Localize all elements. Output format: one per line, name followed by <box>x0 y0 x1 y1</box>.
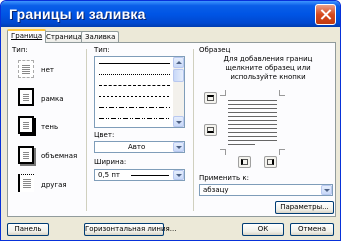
setting-custom-icon[interactable] <box>18 174 34 192</box>
bottom-border-button[interactable] <box>204 124 217 136</box>
setting-3d-icon[interactable] <box>18 146 34 164</box>
cancel-button[interactable]: Отмена <box>290 223 334 236</box>
right-border-button[interactable] <box>264 156 277 168</box>
top-border-button[interactable] <box>204 92 217 104</box>
ok-button[interactable]: ОК <box>242 223 284 236</box>
title-bar[interactable]: Границы и заливка <box>1 1 340 27</box>
borders-tab-panel: Тип: нет рамка тень объемная другая Тип: <box>7 42 336 217</box>
scroll-up-button[interactable] <box>173 57 184 68</box>
color-label: Цвет: <box>94 131 115 139</box>
setting-shadow-label[interactable]: тень <box>41 123 58 131</box>
setting-none-icon[interactable] <box>18 60 34 78</box>
preview-diagram[interactable] <box>220 90 285 155</box>
horizontal-line-button[interactable]: Горизонтальная линия... <box>84 223 176 236</box>
color-dropdown[interactable]: Авто <box>94 141 185 153</box>
setting-label: Тип: <box>12 46 28 54</box>
style-label: Тип: <box>94 46 110 54</box>
scroll-thumb[interactable] <box>173 69 184 82</box>
separator <box>193 49 194 211</box>
chevron-down-icon[interactable] <box>173 142 184 152</box>
options-button[interactable]: Параметры... <box>275 201 334 214</box>
line-style-dash-dot[interactable] <box>99 107 170 108</box>
apply-to-label: Применить к: <box>199 174 249 182</box>
color-value: Авто <box>128 143 146 151</box>
line-style-dotted[interactable] <box>99 74 170 75</box>
preview-hint: Для добавления границ щелкните образец и… <box>223 55 313 81</box>
width-dropdown[interactable]: 0,5 пт <box>94 169 185 181</box>
scroll-down-button[interactable] <box>173 116 184 127</box>
left-border-button[interactable] <box>238 156 251 168</box>
tab-borders[interactable]: Граница <box>7 29 47 43</box>
width-sample-line <box>131 175 169 176</box>
preview-label: Образец <box>199 46 231 54</box>
window-title: Границы и заливка <box>9 6 146 22</box>
chevron-down-icon[interactable] <box>321 185 332 195</box>
line-style-dash-dot-dot[interactable] <box>99 118 170 119</box>
borders-and-shading-dialog: Границы и заливка Граница Страница Залив… <box>0 0 341 241</box>
width-value: 0,5 пт <box>98 171 121 179</box>
setting-none-label[interactable]: нет <box>41 66 54 74</box>
line-style-listbox[interactable] <box>94 56 185 128</box>
line-style-dash-large[interactable] <box>99 96 170 97</box>
apply-to-dropdown[interactable]: абзацу <box>199 184 333 196</box>
setting-custom-label[interactable]: другая <box>41 181 67 189</box>
setting-box-label[interactable]: рамка <box>41 95 64 103</box>
setting-3d-label[interactable]: объемная <box>41 152 77 160</box>
line-style-solid[interactable] <box>99 63 170 64</box>
chevron-down-icon[interactable] <box>173 170 184 180</box>
line-style-scrollbar[interactable] <box>173 57 184 127</box>
separator <box>86 49 87 211</box>
setting-shadow-icon[interactable] <box>18 116 34 134</box>
apply-to-value: абзацу <box>203 186 229 194</box>
close-button[interactable] <box>315 4 336 25</box>
width-label: Ширина: <box>94 158 127 166</box>
show-toolbar-button[interactable]: Панель <box>7 223 49 236</box>
setting-box-icon[interactable] <box>18 88 34 106</box>
line-style-dash-small[interactable] <box>99 85 170 86</box>
